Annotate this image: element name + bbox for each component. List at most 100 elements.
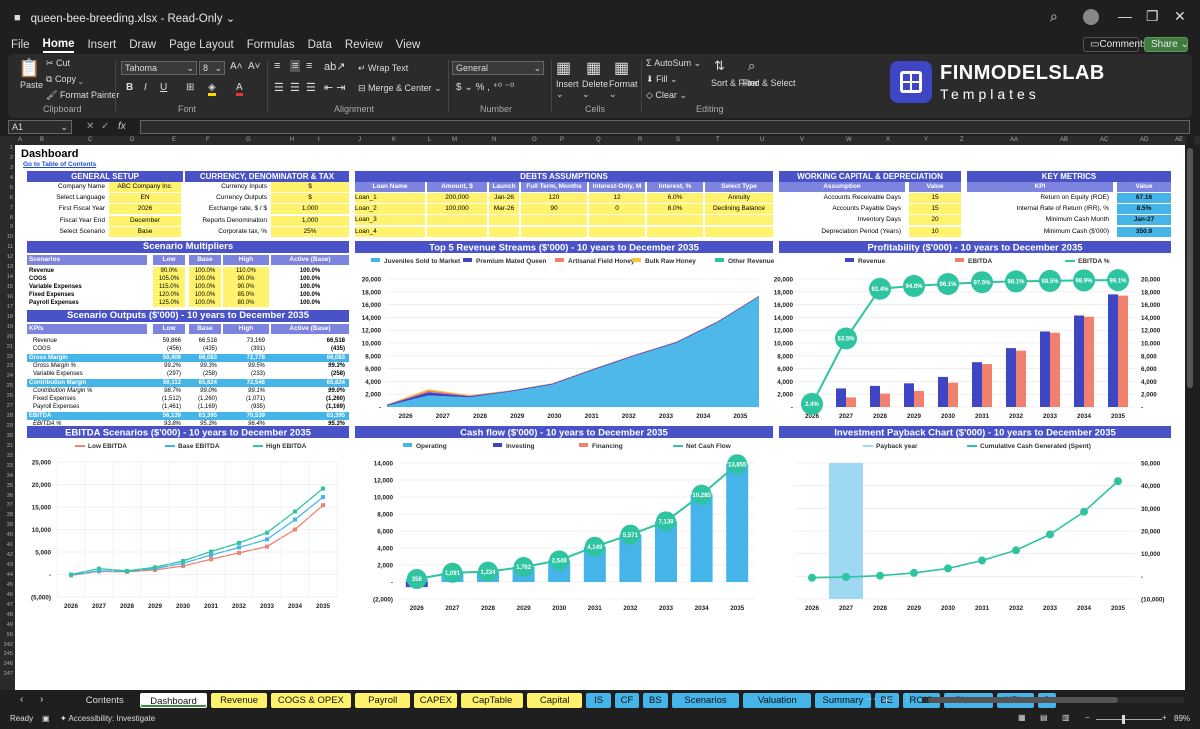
row-header[interactable]: 46 [7, 592, 13, 598]
grow-font-icon[interactable]: A˄ [230, 61, 243, 72]
align-bottom-icon[interactable]: ≡ [306, 60, 312, 72]
row-header[interactable]: 13 [7, 264, 13, 270]
number-format-select[interactable]: General ⌄ [452, 61, 544, 75]
page-break-icon[interactable]: ▥ [1062, 713, 1070, 722]
merge-center-button[interactable]: ⊟ Merge & Center ⌄ [358, 83, 442, 94]
row-header[interactable]: 42 [7, 552, 13, 558]
column-header[interactable]: J [358, 137, 361, 143]
row-header[interactable]: 40 [7, 532, 13, 538]
insert-cells-button[interactable]: Insert ⌄ [556, 79, 579, 100]
column-header[interactable]: R [638, 137, 642, 143]
row-header[interactable]: 37 [7, 502, 13, 508]
column-header[interactable]: C [88, 137, 92, 143]
row-header[interactable]: 242 [4, 642, 13, 648]
row-header[interactable]: 45 [7, 582, 13, 588]
column-header[interactable]: AC [1100, 137, 1108, 143]
column-header[interactable]: X [886, 137, 890, 143]
zoom-in-icon[interactable]: + [1162, 713, 1167, 722]
format-cells-button[interactable]: Format ⌄ [609, 79, 638, 100]
orientation-icon[interactable]: ab↗ [324, 60, 345, 73]
search-icon[interactable]: ⌕ [1050, 8, 1058, 25]
column-header[interactable]: K [392, 137, 396, 143]
column-header[interactable]: Z [960, 137, 964, 143]
sheet-tab-scenarios[interactable]: Scenarios [671, 693, 740, 708]
sheet-tab-revenue[interactable]: Revenue [211, 693, 267, 708]
row-header[interactable]: 18 [7, 314, 13, 320]
menu-page-layout[interactable]: Page Layout [169, 39, 234, 51]
row-header[interactable]: 33 [7, 463, 13, 469]
sheet-tab-capex[interactable]: CAPEX [414, 693, 458, 708]
menu-draw[interactable]: Draw [129, 39, 156, 51]
column-header[interactable]: H [290, 137, 294, 143]
fill-color-icon[interactable]: ◈ [208, 82, 216, 96]
fx-icon[interactable]: fx [118, 121, 126, 132]
column-header[interactable]: G [246, 137, 251, 143]
menu-review[interactable]: Review [345, 39, 383, 51]
bold-icon[interactable]: B [126, 82, 133, 93]
column-header[interactable]: F [206, 137, 210, 143]
zoom-level[interactable]: 89% [1174, 714, 1190, 723]
paste-button[interactable]: Paste [20, 80, 43, 90]
column-header[interactable]: AD [1140, 137, 1148, 143]
fill-button[interactable]: ⬇ Fill ⌄ [646, 74, 678, 85]
row-header[interactable]: 31 [7, 443, 13, 449]
macro-icon[interactable]: ▣ [42, 714, 50, 723]
row-header[interactable]: 6 [10, 195, 13, 201]
column-header[interactable]: W [846, 137, 852, 143]
row-header[interactable]: 32 [7, 453, 13, 459]
menu-view[interactable]: View [396, 39, 421, 51]
column-header[interactable]: T [716, 137, 720, 143]
accounting-format-icon[interactable]: $ ⌄ % , ⁺⁰ ⁻⁰ [456, 82, 514, 93]
delete-cells-icon[interactable]: ▦ [586, 58, 601, 78]
more-sheets-icon[interactable]: ⋯ [866, 694, 876, 705]
row-header[interactable]: 29 [7, 423, 13, 429]
zoom-out-icon[interactable]: − [1085, 713, 1090, 722]
column-header[interactable]: O [532, 137, 537, 143]
column-header[interactable]: I [318, 137, 320, 143]
column-header[interactable]: D [130, 137, 134, 143]
insert-cells-icon[interactable]: ▦ [556, 58, 571, 78]
column-header[interactable]: L [428, 137, 431, 143]
row-header[interactable]: 27 [7, 403, 13, 409]
row-header[interactable]: 17 [7, 304, 13, 310]
row-header[interactable]: 2 [10, 155, 13, 161]
borders-icon[interactable]: ⊞ [186, 82, 194, 93]
clear-button[interactable]: ◇ Clear ⌄ [646, 90, 687, 101]
row-header[interactable]: 20 [7, 334, 13, 340]
menu-formulas[interactable]: Formulas [247, 39, 295, 51]
sheet-tab-valuation[interactable]: Valuation [743, 693, 812, 708]
find-select-button[interactable]: Find & Select [742, 78, 796, 88]
row-header[interactable]: 47 [7, 602, 13, 608]
menu-file[interactable]: File [11, 39, 30, 51]
row-header[interactable]: 36 [7, 493, 13, 499]
sort-filter-icon[interactable]: ⇅ [714, 58, 725, 74]
row-header[interactable]: 41 [7, 542, 13, 548]
row-header[interactable]: 34 [7, 473, 13, 479]
find-select-icon[interactable]: ⌕ [748, 58, 755, 74]
formula-input[interactable] [140, 120, 1190, 134]
row-header[interactable]: 9 [10, 224, 13, 230]
row-header[interactable]: 10 [7, 234, 13, 240]
row-header[interactable]: 8 [10, 215, 13, 221]
sheet-tab-cogs-opex[interactable]: COGS & OPEX [270, 693, 351, 708]
vertical-scrollbar[interactable] [1186, 136, 1194, 690]
menu-home[interactable]: Home [42, 38, 75, 53]
paste-icon[interactable]: 📋 [18, 58, 40, 79]
row-header[interactable]: 15 [7, 284, 13, 290]
horizontal-scroll-thumb[interactable] [928, 697, 1118, 703]
close-icon[interactable]: ✕ [1174, 8, 1186, 25]
row-header[interactable]: 30 [7, 433, 13, 439]
sheet-tab-capital[interactable]: Capital [527, 693, 583, 708]
row-header[interactable]: 39 [7, 522, 13, 528]
name-box[interactable]: A1 ⌄ [8, 120, 72, 134]
horizontal-scrollbar[interactable] [922, 697, 1184, 703]
column-header[interactable]: Q [596, 137, 601, 143]
column-header[interactable]: U [760, 137, 764, 143]
enter-icon[interactable]: ✓ [101, 121, 109, 132]
sheet-tab-captable[interactable]: CapTable [461, 693, 523, 708]
column-header[interactable]: Y [924, 137, 928, 143]
row-header[interactable]: 23 [7, 363, 13, 369]
column-header[interactable]: AB [1060, 137, 1068, 143]
column-header[interactable]: V [800, 137, 804, 143]
row-header[interactable]: 19 [7, 324, 13, 330]
